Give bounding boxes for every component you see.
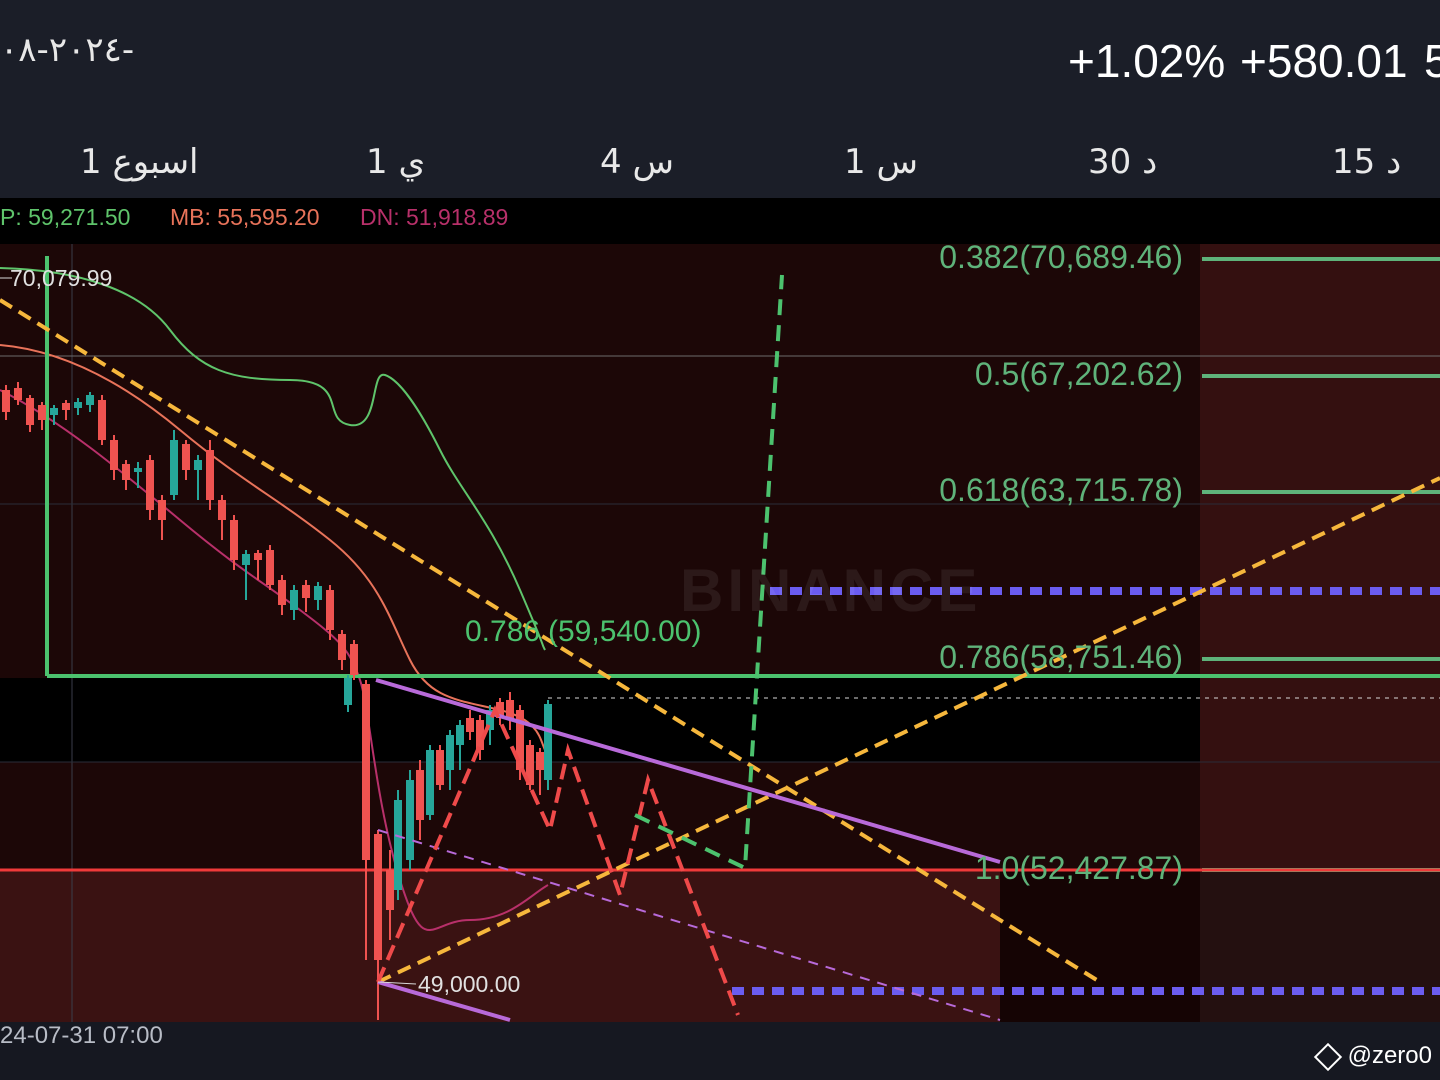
fib-center-label: (59,540.00) <box>548 615 701 648</box>
fib-label-0786: 0.786(58,751.46) <box>939 639 1183 675</box>
candle-body <box>146 460 154 510</box>
candle-body <box>62 403 70 410</box>
candle-body <box>374 834 382 960</box>
candle-body <box>290 590 298 610</box>
candle-body <box>394 800 402 890</box>
candle-body <box>2 390 10 412</box>
candle-body <box>110 440 118 470</box>
candle-body <box>170 440 178 495</box>
candle-body <box>456 725 464 745</box>
fib-label-0382: 0.382(70,689.46) <box>939 239 1183 275</box>
fib-label-05: 0.5(67,202.62) <box>975 356 1183 392</box>
candle-body <box>386 870 394 910</box>
fib-center-overlap: 0.786 <box>465 615 540 648</box>
candle-body <box>278 580 286 605</box>
credit: @zero0 <box>1313 1042 1432 1071</box>
candle-body <box>362 684 370 860</box>
candle-body <box>446 735 454 770</box>
candle-body <box>406 780 414 860</box>
price-chart[interactable]: 70,079.99 49,000.00 0.786 (59,540.00) 0.… <box>0 0 1440 1080</box>
zone-red-right-bottom <box>1200 870 1440 1022</box>
candle-body <box>206 450 214 500</box>
bollinger-row: P: 59,271.50 MB: 55,595.20 DN: 51,918.89 <box>0 198 1440 244</box>
bb-middle-label: MB: 55,595.20 <box>170 204 320 230</box>
fib-label-1: 1.0(52,427.87) <box>975 850 1183 886</box>
binance-watermark: BINANCE <box>680 557 982 624</box>
candle-body <box>544 704 552 780</box>
candle-body <box>254 553 262 560</box>
candle-body <box>26 398 34 425</box>
candle-body <box>302 585 310 598</box>
bottom-bar <box>0 1022 1440 1080</box>
credit-handle: @zero0 <box>1347 1042 1432 1069</box>
candle-body <box>74 402 82 408</box>
candle-body <box>466 718 474 732</box>
binance-logo-icon <box>1313 1042 1342 1071</box>
zone-red-bottom-right <box>1000 870 1200 1022</box>
candle-body <box>218 500 226 520</box>
zone-black <box>0 678 1200 762</box>
candle-body <box>38 405 46 420</box>
candle-body <box>266 550 274 585</box>
low-marker-label: 49,000.00 <box>418 971 520 997</box>
candle-body <box>350 644 358 675</box>
candle-body <box>98 400 106 440</box>
candle-body <box>50 408 58 415</box>
candle-body <box>326 590 334 630</box>
candle-body <box>158 500 166 520</box>
candle-body <box>426 750 434 815</box>
candle-body <box>14 388 22 400</box>
candle-body <box>134 468 142 472</box>
zone-dark-red <box>0 244 1200 870</box>
candle-body <box>122 464 130 480</box>
candle-body <box>436 750 444 785</box>
candle-body <box>182 444 190 470</box>
time-axis-label: 24-07-31 07:00 <box>0 1022 163 1049</box>
candle-body <box>344 678 352 705</box>
bb-upper-label: P: 59,271.50 <box>0 204 131 230</box>
zone-red-right <box>1200 244 1440 870</box>
candle-body <box>242 554 250 565</box>
candle-body <box>230 520 238 560</box>
candle-body <box>338 634 346 660</box>
candle-body <box>86 395 94 405</box>
candle-body <box>416 770 424 820</box>
candle-body <box>536 752 544 770</box>
fib-label-0618: 0.618(63,715.78) <box>939 472 1183 508</box>
zone-red-bottom <box>0 870 1000 1022</box>
bb-lower-label: DN: 51,918.89 <box>360 204 509 230</box>
candle-body <box>314 586 322 600</box>
high-marker-label: 70,079.99 <box>10 265 112 291</box>
candle-body <box>194 460 202 470</box>
